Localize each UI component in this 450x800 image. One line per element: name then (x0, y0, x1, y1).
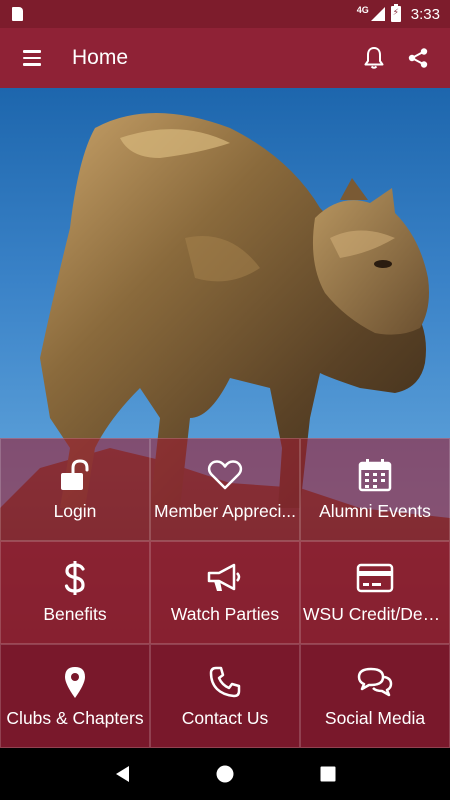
page-title: Home (72, 46, 129, 69)
status-time: 3:33 (410, 5, 440, 23)
tile-benefits[interactable]: Benefits (0, 541, 150, 644)
back-button[interactable] (102, 754, 142, 794)
tile-label: Benefits (43, 604, 107, 624)
tile-contact-us[interactable]: Contact Us (150, 644, 300, 748)
bell-icon (364, 47, 384, 69)
tile-alumni-events[interactable]: Alumni Events (300, 438, 450, 541)
tile-social-media[interactable]: Social Media (300, 644, 450, 748)
hamburger-icon-line (23, 50, 41, 53)
tile-label: Login (53, 501, 97, 521)
system-navigation-bar (0, 748, 450, 800)
feature-tile-grid: Login Member Appreci... Alumni Events Be… (0, 438, 450, 748)
tile-watch-parties[interactable]: Watch Parties (150, 541, 300, 644)
tile-label: Watch Parties (170, 604, 280, 624)
map-pin-icon (65, 666, 85, 698)
tile-clubs-chapters[interactable]: Clubs & Chapters (0, 644, 150, 748)
tile-wsu-credit-debit[interactable]: WSU Credit/Debi... (300, 541, 450, 644)
status-right: 4G 3:33 (356, 4, 440, 23)
battery-charging-icon (390, 4, 401, 22)
dollar-icon (64, 561, 85, 595)
share-icon (408, 48, 428, 68)
home-circle-icon (216, 765, 234, 783)
recents-square-icon (320, 766, 336, 782)
sd-card-icon (12, 7, 23, 21)
heart-icon (207, 460, 243, 490)
share-button[interactable] (398, 38, 438, 78)
home-button[interactable] (205, 754, 245, 794)
phone-icon (209, 666, 241, 697)
status-left (12, 7, 23, 21)
signal-icon (370, 7, 385, 21)
tile-label: Social Media (324, 707, 426, 728)
lock-open-icon (61, 459, 89, 490)
back-triangle-icon (115, 766, 129, 782)
tile-member-appreciation[interactable]: Member Appreci... (150, 438, 300, 541)
status-bar: 4G 3:33 (0, 0, 450, 28)
tile-label: Member Appreci... (154, 501, 296, 521)
menu-button[interactable] (12, 38, 52, 78)
recents-button[interactable] (308, 754, 348, 794)
credit-card-icon (356, 563, 394, 593)
hamburger-icon-line (23, 56, 41, 60)
tile-label: WSU Credit/Debi... (303, 604, 449, 624)
chat-bubbles-icon (357, 667, 393, 696)
tile-label: Clubs & Chapters (6, 707, 144, 728)
megaphone-icon (207, 563, 241, 591)
tile-label: Contact Us (181, 707, 269, 728)
calendar-icon (358, 459, 392, 492)
network-type: 4G (356, 5, 369, 15)
hamburger-icon-line (23, 63, 41, 66)
tile-login[interactable]: Login (0, 438, 150, 541)
app-bar: Home (0, 28, 450, 88)
notifications-button[interactable] (354, 38, 394, 78)
tile-label: Alumni Events (319, 501, 431, 521)
